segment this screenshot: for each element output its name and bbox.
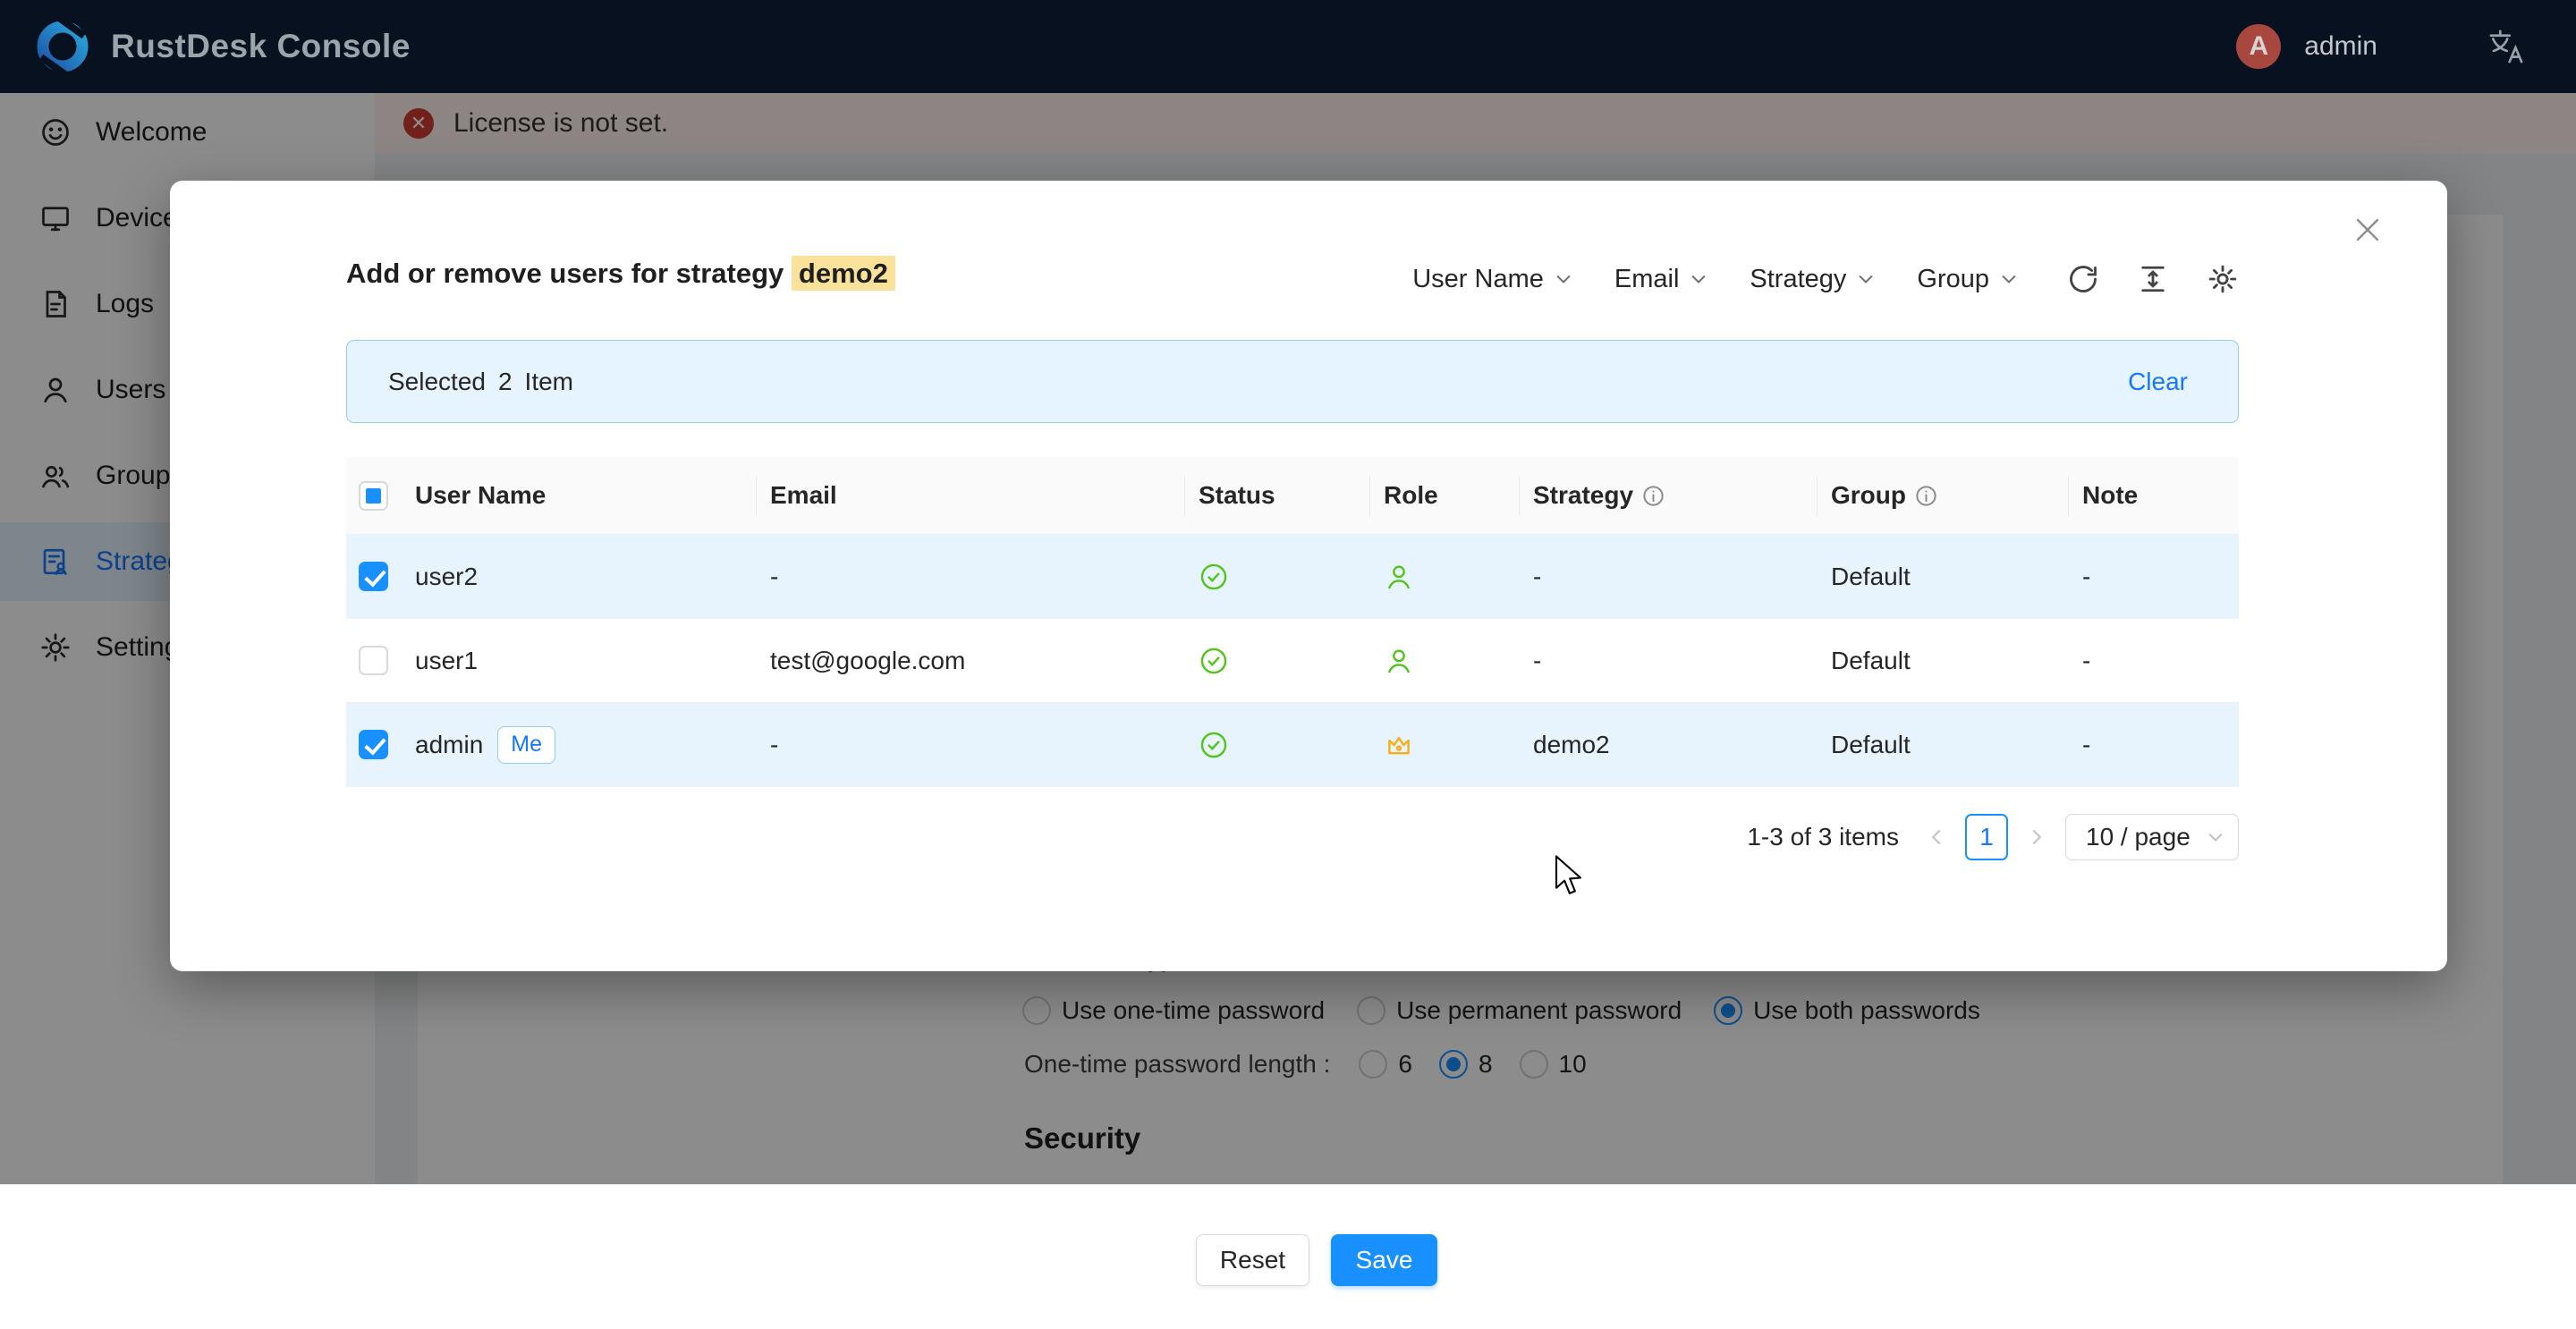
status-active-icon	[1199, 562, 1229, 592]
cell-strategy: -	[1519, 647, 1817, 675]
filter-toolbar: User Name Email Strategy Group	[1412, 263, 2239, 295]
status-active-icon	[1199, 730, 1229, 760]
clear-selection-link[interactable]: Clear	[2128, 368, 2188, 396]
cell-email: -	[756, 563, 1184, 591]
cell-note: -	[2068, 647, 2239, 675]
role-user-icon	[1384, 562, 1414, 592]
table-row-user2: user2 - - Default -	[346, 535, 2239, 619]
table-header-row: User Name Email Status Role Strategy Gro…	[346, 457, 2239, 535]
table-row-user1: user1 test@google.com - Default -	[346, 619, 2239, 703]
cell-strategy: demo2	[1519, 731, 1817, 759]
cell-note: -	[2068, 563, 2239, 591]
role-admin-crown-icon	[1384, 730, 1414, 760]
selection-alert: Selected2Item Clear	[346, 340, 2239, 423]
table-row-admin: admin Me - demo2 Default -	[346, 703, 2239, 787]
cell-role	[1369, 646, 1519, 676]
reset-button[interactable]: Reset	[1196, 1234, 1309, 1286]
filter-user-name[interactable]: User Name	[1412, 265, 1573, 294]
add-remove-users-modal: Add or remove users for strategy demo2 U…	[170, 181, 2447, 971]
row-checkbox[interactable]	[359, 730, 388, 759]
cell-user-name: admin Me	[401, 726, 756, 764]
app-header: RustDesk Console A admin	[0, 0, 2576, 93]
status-active-icon	[1199, 646, 1229, 676]
rustdesk-logo-icon	[34, 18, 91, 75]
chevron-down-icon	[1554, 269, 1573, 289]
col-status: Status	[1184, 457, 1369, 534]
cell-email: test@google.com	[756, 647, 1184, 675]
save-button[interactable]: Save	[1331, 1234, 1437, 1286]
form-action-bar: Reset Save	[0, 1184, 2576, 1329]
cell-status	[1184, 730, 1369, 760]
filter-email[interactable]: Email	[1614, 265, 1709, 294]
pagination-total: 1-3 of 3 items	[1747, 823, 1899, 851]
pagination: 1-3 of 3 items 1 10 / page	[1747, 808, 2239, 866]
cell-role	[1369, 562, 1519, 592]
user-name[interactable]: admin	[2304, 31, 2377, 62]
col-strategy: Strategy	[1519, 457, 1817, 534]
modal-title-text: Add or remove users for strategy	[346, 258, 792, 289]
cell-user-name: user2	[401, 563, 756, 591]
col-role: Role	[1369, 457, 1519, 534]
cell-email: -	[756, 731, 1184, 759]
column-settings-icon[interactable]	[2207, 263, 2239, 295]
cell-status	[1184, 646, 1369, 676]
close-icon[interactable]	[2352, 215, 2383, 245]
col-email: Email	[756, 457, 1184, 534]
cell-role	[1369, 730, 1519, 760]
selection-count: 2	[498, 368, 513, 396]
cell-group: Default	[1817, 563, 2068, 591]
cell-user-name: user1	[401, 647, 756, 675]
cell-strategy: -	[1519, 563, 1817, 591]
cell-group: Default	[1817, 731, 2068, 759]
next-page-icon[interactable]	[2026, 826, 2047, 848]
filter-strategy[interactable]: Strategy	[1750, 265, 1876, 294]
prev-page-icon[interactable]	[1926, 826, 1947, 848]
column-height-icon[interactable]	[2137, 263, 2169, 295]
chevron-down-icon	[1689, 269, 1708, 289]
row-checkbox[interactable]	[359, 562, 388, 591]
page-number-button[interactable]: 1	[1965, 814, 2008, 860]
page-size-select[interactable]: 10 / page	[2065, 814, 2239, 860]
chevron-down-icon	[1999, 269, 2019, 289]
strategy-name-highlight: demo2	[792, 256, 895, 291]
filter-group[interactable]: Group	[1917, 265, 2019, 294]
me-badge: Me	[497, 726, 555, 764]
chevron-down-icon	[1856, 269, 1876, 289]
selection-text: Selected2Item	[388, 368, 573, 396]
col-group: Group	[1817, 457, 2068, 534]
col-user-name: User Name	[401, 457, 756, 534]
translate-icon[interactable]	[2487, 27, 2526, 66]
cell-group: Default	[1817, 647, 2068, 675]
row-checkbox[interactable]	[359, 646, 388, 675]
role-user-icon	[1384, 646, 1414, 676]
col-note: Note	[2068, 457, 2239, 534]
cell-note: -	[2068, 731, 2239, 759]
app-title: RustDesk Console	[111, 28, 411, 65]
info-icon[interactable]	[1641, 484, 1665, 508]
refresh-icon[interactable]	[2067, 263, 2099, 295]
users-table: User Name Email Status Role Strategy Gro…	[346, 457, 2239, 787]
user-avatar[interactable]: A	[2236, 24, 2281, 69]
chevron-down-icon	[2206, 827, 2225, 847]
info-icon[interactable]	[1914, 484, 1938, 508]
cell-status	[1184, 562, 1369, 592]
select-all-checkbox[interactable]	[359, 481, 388, 511]
modal-title: Add or remove users for strategy demo2	[346, 258, 895, 290]
